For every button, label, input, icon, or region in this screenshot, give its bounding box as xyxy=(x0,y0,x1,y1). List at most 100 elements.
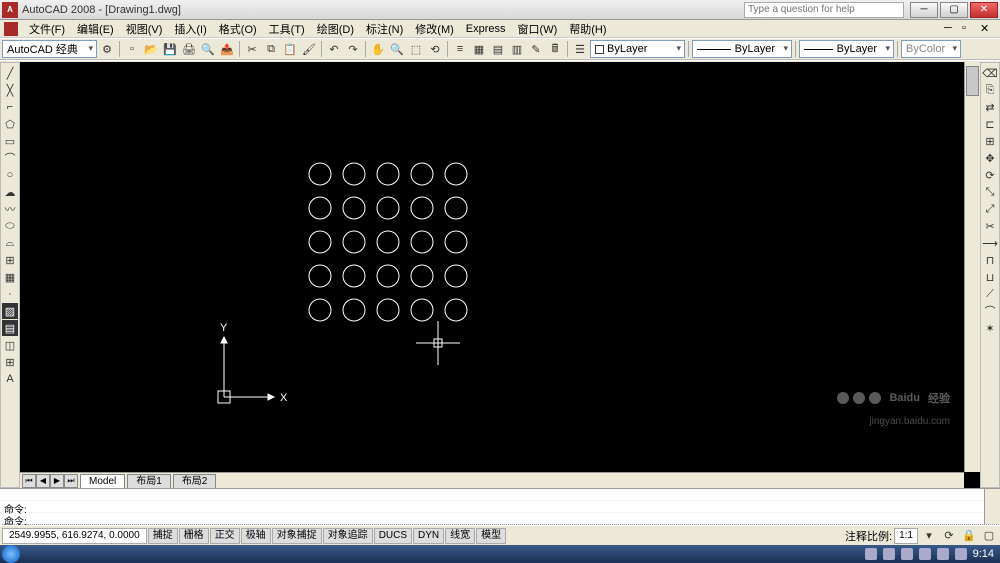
circle[interactable] xyxy=(343,197,365,219)
annoscale-combo[interactable]: 1:1 xyxy=(894,528,918,544)
circle[interactable] xyxy=(343,265,365,287)
layers-icon[interactable]: ☰ xyxy=(571,40,589,58)
tray-icon[interactable] xyxy=(865,548,877,560)
menu-help[interactable]: 帮助(H) xyxy=(564,20,611,38)
gradient-icon[interactable]: ▤ xyxy=(2,320,18,336)
circle[interactable] xyxy=(411,197,433,219)
circle[interactable] xyxy=(377,197,399,219)
workspace-combo[interactable]: AutoCAD 经典 xyxy=(2,40,97,58)
drawing-area[interactable]: X Y Baidu 经验 jingyan.baidu.com ⏮ ◀ ▶ ⏭ M… xyxy=(20,62,980,488)
ortho-button[interactable]: 正交 xyxy=(210,528,240,544)
lineweight-combo[interactable]: ByLayer xyxy=(799,40,894,58)
circle[interactable] xyxy=(309,197,331,219)
toolpalette-icon[interactable]: ▤ xyxy=(489,40,507,58)
help-search-input[interactable] xyxy=(744,2,904,18)
volume-icon[interactable] xyxy=(955,548,967,560)
designcenter-icon[interactable]: ▦ xyxy=(470,40,488,58)
menu-view[interactable]: 视图(V) xyxy=(121,20,168,38)
erase-icon[interactable]: ⌫ xyxy=(982,65,998,81)
zoom-rt-icon[interactable]: 🔍 xyxy=(388,40,406,58)
drawing-canvas[interactable]: X Y xyxy=(20,62,980,472)
circle[interactable] xyxy=(309,299,331,321)
minimize-button[interactable]: ─ xyxy=(910,2,938,18)
mtext-icon[interactable]: A xyxy=(2,371,18,387)
zoom-prev-icon[interactable]: ⟲ xyxy=(426,40,444,58)
undo-icon[interactable]: ↶ xyxy=(325,40,343,58)
lwt-button[interactable]: 线宽 xyxy=(445,528,475,544)
open-icon[interactable]: 📂 xyxy=(142,40,160,58)
plotstyle-combo[interactable]: ByColor xyxy=(901,40,961,58)
revcloud-icon[interactable]: ☁ xyxy=(2,184,18,200)
coordinates[interactable]: 2549.9955, 616.9274, 0.0000 xyxy=(2,528,147,544)
offset-icon[interactable]: ⊏ xyxy=(982,116,998,132)
layer-color-combo[interactable]: ByLayer xyxy=(590,40,685,58)
otrack-button[interactable]: 对象追踪 xyxy=(323,528,373,544)
circle[interactable] xyxy=(445,197,467,219)
menu-express[interactable]: Express xyxy=(461,22,511,36)
maximize-button[interactable]: ▢ xyxy=(940,2,968,18)
menu-draw[interactable]: 绘图(D) xyxy=(312,20,359,38)
circle[interactable] xyxy=(377,163,399,185)
tab-model[interactable]: Model xyxy=(80,474,125,488)
menu-dimension[interactable]: 标注(N) xyxy=(361,20,408,38)
tab-next-icon[interactable]: ▶ xyxy=(50,474,64,488)
menu-file[interactable]: 文件(F) xyxy=(24,20,70,38)
region-icon[interactable]: ◫ xyxy=(2,337,18,353)
paste-icon[interactable]: 📋 xyxy=(281,40,299,58)
annosync-icon[interactable]: ⟳ xyxy=(940,527,958,545)
tab-first-icon[interactable]: ⏮ xyxy=(22,474,36,488)
match-icon[interactable]: 🖌 xyxy=(300,40,318,58)
sheetset-icon[interactable]: ▥ xyxy=(508,40,526,58)
circle[interactable] xyxy=(377,231,399,253)
tab-layout2[interactable]: 布局2 xyxy=(173,474,217,488)
lock-ui-icon[interactable]: 🔒 xyxy=(960,527,978,545)
break-icon[interactable]: ⊓ xyxy=(982,252,998,268)
extend-icon[interactable]: ⟶ xyxy=(982,235,998,251)
move-icon[interactable]: ✥ xyxy=(982,150,998,166)
circle[interactable] xyxy=(343,299,365,321)
chamfer-icon[interactable]: ⟋ xyxy=(982,286,998,302)
copy-obj-icon[interactable]: ⎘ xyxy=(982,82,998,98)
zoom-win-icon[interactable]: ⬚ xyxy=(407,40,425,58)
cut-icon[interactable]: ✂ xyxy=(243,40,261,58)
circle[interactable] xyxy=(343,163,365,185)
clock[interactable]: 9:14 xyxy=(973,548,994,560)
circle[interactable] xyxy=(445,231,467,253)
rectangle-icon[interactable]: ▭ xyxy=(2,133,18,149)
properties-icon[interactable]: ≡ xyxy=(451,40,469,58)
tab-layout1[interactable]: 布局1 xyxy=(127,474,171,488)
ellipse-arc-icon[interactable]: ⌓ xyxy=(2,235,18,251)
hatch-icon[interactable]: ▨ xyxy=(2,303,18,319)
menu-tools[interactable]: 工具(T) xyxy=(264,20,310,38)
circle[interactable] xyxy=(445,299,467,321)
circle[interactable] xyxy=(445,265,467,287)
workspace-settings-icon[interactable]: ⚙ xyxy=(98,40,116,58)
fillet-icon[interactable]: ⌒ xyxy=(982,303,998,319)
menu-insert[interactable]: 插入(I) xyxy=(169,20,211,38)
pan-icon[interactable]: ✋ xyxy=(369,40,387,58)
explode-icon[interactable]: ✶ xyxy=(982,320,998,336)
menu-modify[interactable]: 修改(M) xyxy=(410,20,459,38)
point-icon[interactable]: · xyxy=(2,286,18,302)
publish-icon[interactable]: 📤 xyxy=(218,40,236,58)
redo-icon[interactable]: ↷ xyxy=(344,40,362,58)
line-icon[interactable]: ╱ xyxy=(2,65,18,81)
spline-icon[interactable]: 〰 xyxy=(2,201,18,217)
preview-icon[interactable]: 🔍 xyxy=(199,40,217,58)
circle[interactable] xyxy=(411,231,433,253)
circle[interactable] xyxy=(309,231,331,253)
rotate-icon[interactable]: ⟳ xyxy=(982,167,998,183)
clean-screen-icon[interactable]: ▢ xyxy=(980,527,998,545)
tab-last-icon[interactable]: ⏭ xyxy=(64,474,78,488)
circle[interactable] xyxy=(309,265,331,287)
dyn-button[interactable]: DYN xyxy=(413,528,444,544)
circle[interactable] xyxy=(445,163,467,185)
trim-icon[interactable]: ✂ xyxy=(982,218,998,234)
plot-icon[interactable]: 🖨 xyxy=(180,40,198,58)
circle[interactable] xyxy=(411,265,433,287)
doc-restore-button[interactable]: ▫ xyxy=(962,22,978,36)
copy-icon[interactable]: ⧉ xyxy=(262,40,280,58)
snap-button[interactable]: 捕捉 xyxy=(148,528,178,544)
osnap-button[interactable]: 对象捕捉 xyxy=(272,528,322,544)
tab-prev-icon[interactable]: ◀ xyxy=(36,474,50,488)
